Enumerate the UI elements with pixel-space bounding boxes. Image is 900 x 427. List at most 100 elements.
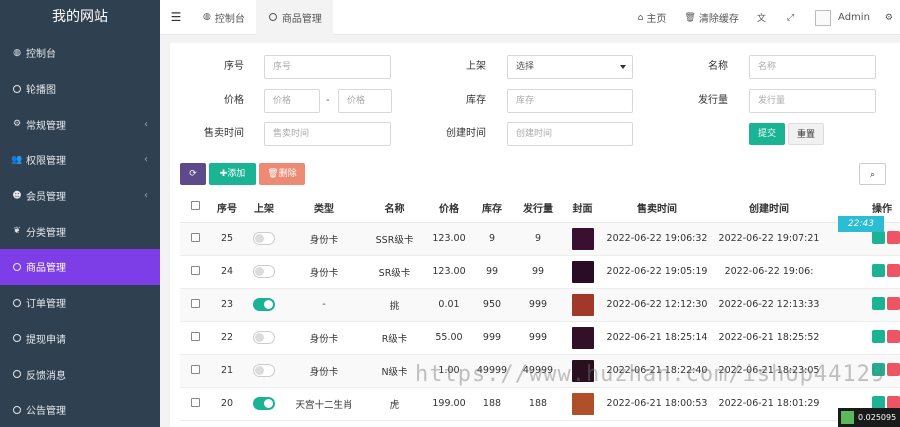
col-header[interactable]: 售卖时间 [600,193,714,223]
cell-shelf[interactable] [244,321,284,355]
col-header[interactable]: 序号 [210,193,244,223]
shelf-toggle[interactable] [253,397,275,410]
id-input[interactable] [264,55,391,79]
col-header[interactable]: 名称 [364,193,425,223]
shelf-select[interactable]: 选择 [507,55,633,79]
sidebar-item[interactable]: 👥 权限管理 ‹ [0,142,160,178]
col-header[interactable]: 上架 [244,193,284,223]
refresh-button[interactable]: ⟳ [180,163,206,185]
edit-icon[interactable] [872,395,885,409]
sidebar-item[interactable]: 商品管理 [0,249,160,285]
cell-actions [824,321,900,355]
select-all-header[interactable] [180,193,210,223]
fullscreen-button[interactable]: ⤢ [778,13,806,23]
language-button[interactable]: 文 [748,11,778,24]
col-header[interactable]: 库存 [473,193,511,223]
row-checkbox[interactable] [190,298,200,308]
cell-shelf[interactable] [244,354,284,388]
delete-button[interactable]: 🗑删除 [259,163,305,185]
edit-icon[interactable] [872,329,885,343]
edit-icon[interactable] [872,263,885,277]
col-header[interactable]: 创建时间 [714,193,824,223]
cell-cover[interactable] [565,222,600,256]
tab-products[interactable]: 商品管理 [255,0,333,35]
home-link[interactable]: ⌂ 主页 [629,10,676,26]
cell-shelf[interactable] [244,387,284,421]
delete-icon[interactable] [887,230,900,244]
menu-toggle-icon[interactable]: ☰ [160,10,192,24]
cover-image[interactable] [571,293,594,316]
circle-icon [13,298,21,307]
edit-icon[interactable] [872,230,885,244]
sidebar-item[interactable]: 反馈消息 [0,356,160,392]
cover-image[interactable] [571,227,594,250]
select-all-checkbox[interactable] [190,201,200,211]
row-checkbox[interactable] [190,232,200,242]
sidebar-item[interactable]: 公告管理 [0,392,160,427]
search-toggle-button[interactable]: ⌕ [859,163,886,185]
cover-image[interactable] [571,326,594,349]
price-min-input[interactable] [264,89,320,113]
row-checkbox[interactable] [190,265,200,275]
col-header[interactable]: 价格 [425,193,473,223]
row-checkbox[interactable] [190,364,200,374]
shelf-toggle[interactable] [253,232,275,245]
row-select-cell[interactable] [180,288,210,322]
tab-dashboard[interactable]: ◍ 控制台 [192,0,256,35]
stock-input[interactable] [507,89,633,113]
settings-button[interactable]: ⚙ [879,13,900,23]
shelf-toggle[interactable] [253,364,275,377]
shelf-toggle[interactable] [253,265,275,278]
cell-shelf[interactable] [244,222,284,256]
delete-icon[interactable] [887,395,900,409]
col-header[interactable]: 类型 [284,193,364,223]
row-checkbox[interactable] [190,331,200,341]
row-select-cell[interactable] [180,255,210,289]
issue-input[interactable] [749,89,876,113]
create-time-input[interactable] [507,122,633,146]
delete-icon[interactable] [887,296,900,310]
sidebar-item[interactable]: ☻ 会员管理 ‹ [0,178,160,214]
price-max-input[interactable] [338,89,392,113]
row-select-cell[interactable] [180,354,210,388]
speed-icon [841,411,854,424]
cell-cover[interactable] [565,255,600,289]
add-label: 添加 [227,169,246,179]
circle-icon [13,334,21,343]
sidebar-item[interactable]: ◍ 控制台 [0,35,160,71]
cell-shelf[interactable] [244,288,284,322]
toggle-knob [255,267,264,276]
cover-image[interactable] [571,392,594,415]
sidebar-item[interactable]: 提现申请 [0,321,160,357]
delete-icon[interactable] [887,263,900,277]
cover-image[interactable] [571,260,594,283]
cell-id: 22 [210,321,244,355]
clear-cache-link[interactable]: 🗑 清除缓存 [675,10,747,26]
chevron-left-icon: ‹ [144,118,148,130]
delete-icon[interactable] [887,362,900,376]
row-select-cell[interactable] [180,387,210,421]
row-checkbox[interactable] [190,397,200,407]
add-button[interactable]: ✚添加 [209,163,256,185]
user-menu[interactable]: Admin [806,9,879,26]
cell-cover[interactable] [565,288,600,322]
shelf-toggle[interactable] [253,298,275,311]
cell-shelf[interactable] [244,255,284,289]
sidebar-item[interactable]: ⚙ 常规管理 ‹ [0,106,160,142]
leaf-icon: ❦ [13,226,21,237]
reset-button[interactable]: 重置 [788,123,824,145]
cell-cover[interactable] [565,321,600,355]
edit-icon[interactable] [872,296,885,310]
delete-icon[interactable] [887,329,900,343]
row-select-cell[interactable] [180,222,210,256]
sale-time-input[interactable] [264,122,391,146]
shelf-toggle[interactable] [253,331,275,344]
sidebar-item[interactable]: 订单管理 [0,285,160,321]
submit-button[interactable]: 提交 [749,123,785,145]
sidebar-item[interactable]: ❦ 分类管理 [0,213,160,249]
cell-cover[interactable] [565,387,600,421]
row-select-cell[interactable] [180,321,210,355]
name-input[interactable] [749,55,876,79]
col-header[interactable]: 发行量 [511,193,565,223]
sidebar-item[interactable]: 轮播图 [0,71,160,107]
